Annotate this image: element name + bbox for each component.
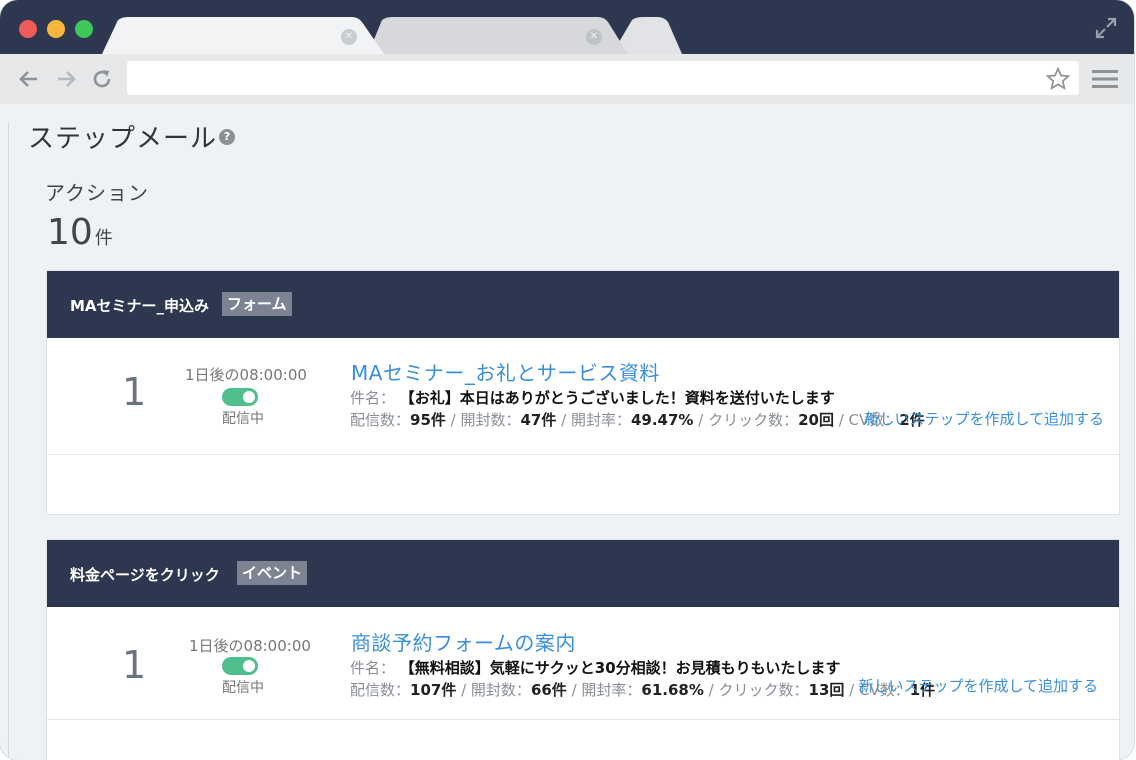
click-value: 20回 [798, 411, 834, 429]
address-bar[interactable] [127, 61, 1079, 95]
open-label: 開封数： [470, 681, 531, 699]
delivery-status: 配信中 [222, 680, 264, 696]
mail-stats: 配信数：107件 / 開封数：66件 / 開封率：61.68% / クリック数：… [350, 681, 936, 699]
delivery-toggle[interactable] [222, 657, 258, 675]
add-step-link[interactable]: 新しいステップを作成して追加する [858, 675, 1098, 696]
subject-label: 件名： [350, 389, 396, 407]
step-row: 1 1日後の08:00:00 配信中 商談予約フォームの案内 件名： 【無料相談… [47, 607, 1119, 720]
action-count-unit: 件 [94, 228, 113, 249]
action-count-number: 10 [47, 212, 93, 253]
action-count: 10 件 [47, 212, 113, 253]
step-row: 1 1日後の08:00:00 配信中 MAセミナー_お礼とサービス資料 件名： … [47, 338, 1119, 455]
scenario-header: 料金ページをクリック イベント [47, 540, 1119, 607]
star-icon[interactable] [1045, 66, 1071, 92]
arrow-left-icon[interactable] [17, 67, 41, 91]
sent-label: 配信数： [350, 681, 411, 699]
subject-value: 【無料相談】気軽にサクッと30分相談！お見積もりもいたします [399, 659, 841, 677]
help-icon[interactable]: ? [219, 129, 235, 145]
step-delay: 1日後の08:00:00 [185, 366, 307, 384]
mail-title-link[interactable]: MAセミナー_お礼とサービス資料 [351, 357, 660, 386]
open-value: 66件 [530, 681, 567, 699]
subject-value: 【お礼】本日はありがとうございました！資料を送付いたします [399, 389, 835, 407]
tab-bar: ✕ ✕ [0, 0, 1134, 54]
click-label: クリック数： [708, 411, 799, 429]
open-rate-label: 開封率： [570, 411, 631, 429]
trigger-type-badge: フォーム [222, 292, 292, 316]
scenario-card: 料金ページをクリック イベント 1 1日後の08:00:00 配信中 商談予約フ… [47, 540, 1119, 760]
browser-tabs [102, 17, 682, 54]
open-rate-value: 61.68% [641, 681, 704, 699]
click-value: 13回 [808, 681, 845, 699]
sent-value: 95件 [410, 411, 446, 429]
browser-toolbar [0, 54, 1134, 105]
page-title: ステップメール [28, 124, 218, 154]
open-rate-label: 開封率： [581, 681, 642, 699]
scenario-title[interactable]: MAセミナー_申込み [70, 295, 209, 316]
mail-stats: 配信数：95件 / 開封数：47件 / 開封率：49.47% / クリック数：2… [350, 411, 925, 429]
close-icon[interactable]: ✕ [341, 29, 357, 45]
open-value: 47件 [520, 411, 557, 429]
step-number: 1 [122, 370, 147, 414]
mail-subject: 件名： 【お礼】本日はありがとうございました！資料を送付いたします [350, 387, 835, 408]
open-label: 開封数： [460, 411, 521, 429]
open-rate-value: 49.47% [630, 411, 694, 429]
page-content: ステップメール ? アクション 10 件 MAセミナー_申込み フォーム 1 1日… [0, 104, 1134, 760]
add-step-link[interactable]: 新しいステップを作成して追加する [864, 408, 1104, 429]
step-delay: 1日後の08:00:00 [189, 637, 311, 655]
hamburger-menu-icon[interactable] [1092, 68, 1118, 90]
delivery-status: 配信中 [222, 411, 264, 427]
mail-subject: 件名： 【無料相談】気軽にサクッと30分相談！お見積もりもいたします [350, 657, 840, 678]
mail-title-link[interactable]: 商談予約フォームの案内 [351, 627, 576, 656]
subject-label: 件名： [350, 659, 396, 677]
browser-window: ✕ ✕ ステップメール ? アクション 10 件 MAセミナー_申込み フォーム… [0, 0, 1134, 760]
step-number: 1 [122, 643, 147, 687]
scenario-title[interactable]: 料金ページをクリック [70, 564, 220, 585]
divider [8, 122, 9, 760]
expand-icon[interactable] [1094, 16, 1118, 40]
scenario-header: MAセミナー_申込み フォーム [47, 271, 1119, 338]
arrow-right-icon[interactable] [54, 67, 78, 91]
close-icon[interactable]: ✕ [586, 29, 602, 45]
sent-value: 107件 [410, 681, 457, 699]
scenario-card: MAセミナー_申込み フォーム 1 1日後の08:00:00 配信中 MAセミナ… [47, 271, 1119, 514]
trigger-type-badge: イベント [237, 561, 308, 585]
reload-icon[interactable] [90, 67, 114, 91]
sent-label: 配信数： [350, 411, 411, 429]
click-label: クリック数： [718, 681, 809, 699]
action-label: アクション [45, 181, 149, 205]
delivery-toggle[interactable] [222, 388, 258, 406]
